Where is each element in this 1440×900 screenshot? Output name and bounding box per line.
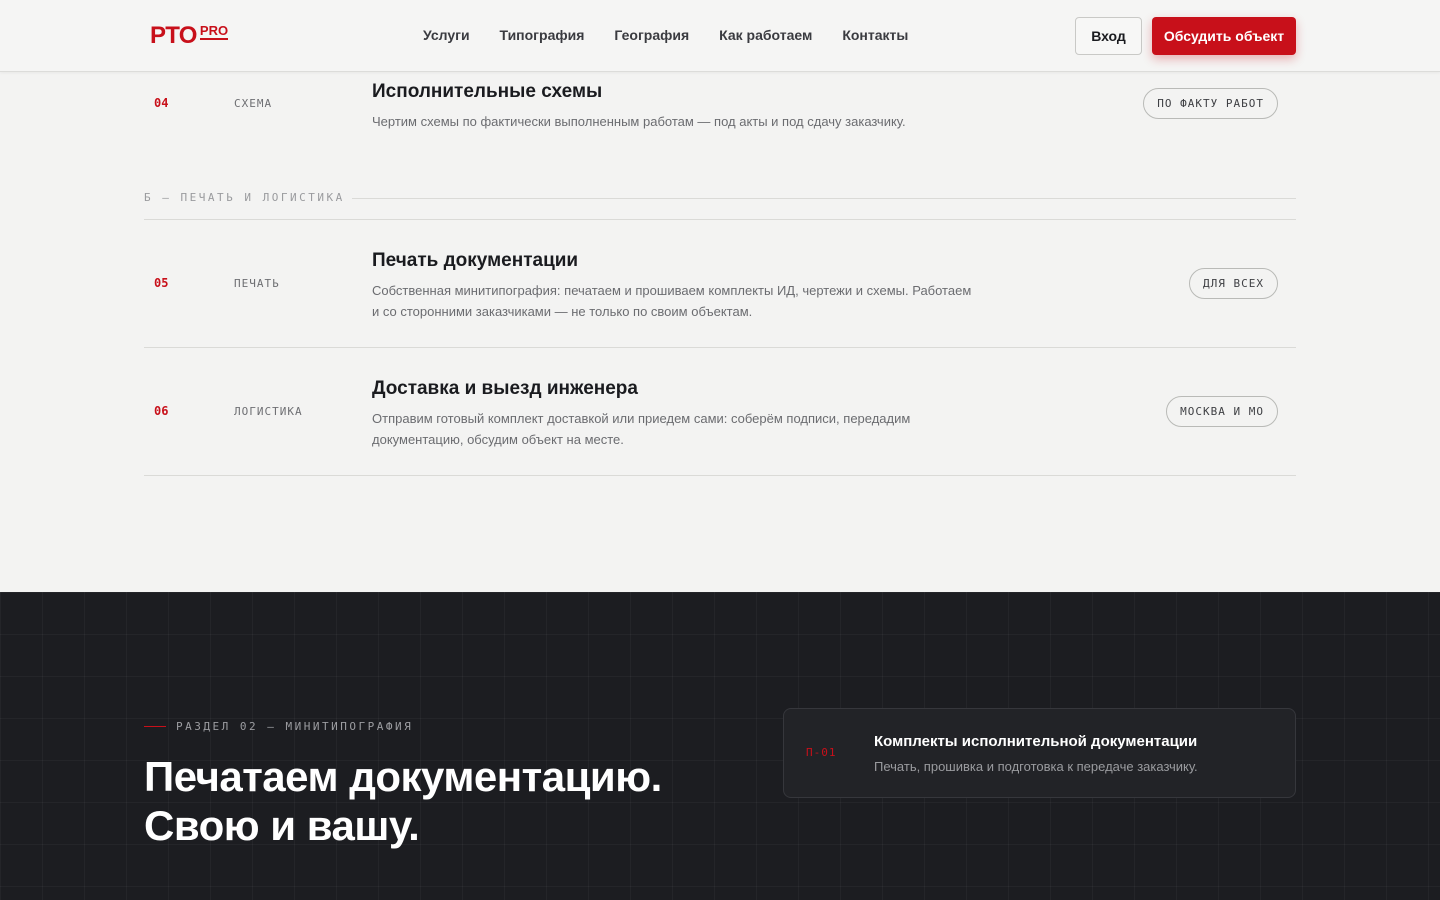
card-code: П-01 [806,746,837,759]
logo-pro-badge: PRO [199,23,229,40]
site-header: РТО PRO Услуги Типография География Как … [0,0,1440,72]
nav-geography[interactable]: География [614,26,689,44]
service-row-06: 06 ЛОГИСТИКА Доставка и выезд инженера О… [144,376,1296,456]
nav-contacts[interactable]: Контакты [842,26,908,44]
service-description: Отправим готовый комплект доставкой или … [372,411,911,447]
main-nav: Услуги Типография География Как работаем… [423,26,908,44]
product-card[interactable]: П-01 Комплекты исполнительной документац… [783,708,1296,798]
service-number: 04 [154,96,169,110]
service-category: ПЕЧАТЬ [234,277,280,290]
nav-how-we-work[interactable]: Как работаем [719,26,812,44]
service-title: Исполнительные схемы [372,81,603,102]
row-divider [144,475,1296,476]
service-description: Собственная минитипография: печатаем и п… [372,283,972,319]
logo-text: РТО [150,22,197,49]
service-title: Печать документации [372,250,579,271]
card-description: Печать, прошивка и подготовка к передаче… [874,759,1198,774]
eyebrow-text: РАЗДЕЛ 02 — МИНИТИПОГРАФИЯ [176,720,414,733]
service-row-04: 04 СХЕМА Исполнительные схемы Чертим схе… [144,80,1296,140]
section-eyebrow: РАЗДЕЛ 02 — МИНИТИПОГРАФИЯ [144,720,413,733]
headline-line-1: Печатаем документацию. [144,753,662,800]
login-button[interactable]: Вход [1075,17,1142,55]
discuss-object-button[interactable]: Обсудить объект [1152,17,1296,55]
nav-typography[interactable]: Типография [500,26,585,44]
eyebrow-accent-line [144,726,166,727]
section-b-label: Б — ПЕЧАТЬ И ЛОГИСТИКА [144,191,345,204]
row-divider [144,219,1296,220]
service-number: 06 [154,404,169,418]
service-tag: ПО ФАКТУ РАБОТ [1143,88,1278,119]
logo[interactable]: РТО PRO [150,22,229,49]
headline-line-2: Свою и вашу. [144,802,420,849]
print-section: РАЗДЕЛ 02 — МИНИТИПОГРАФИЯ Печатаем доку… [0,592,1440,900]
service-title: Доставка и выезд инженера [372,378,638,399]
card-title: Комплекты исполнительной документации [874,733,1198,750]
nav-services[interactable]: Услуги [423,26,470,44]
service-tag: ДЛЯ ВСЕХ [1189,268,1278,299]
service-row-05: 05 ПЕЧАТЬ Печать документации Собственна… [144,248,1296,328]
service-category: ЛОГИСТИКА [234,405,303,418]
row-divider [144,347,1296,348]
service-tag: МОСКВА И МО [1166,396,1278,427]
section-headline: Печатаем документацию. Свою и вашу. [144,752,662,850]
service-number: 05 [154,276,169,290]
section-divider [352,198,1296,199]
service-category: СХЕМА [234,97,273,110]
service-description: Чертим схемы по фактически выполненным р… [372,114,906,129]
